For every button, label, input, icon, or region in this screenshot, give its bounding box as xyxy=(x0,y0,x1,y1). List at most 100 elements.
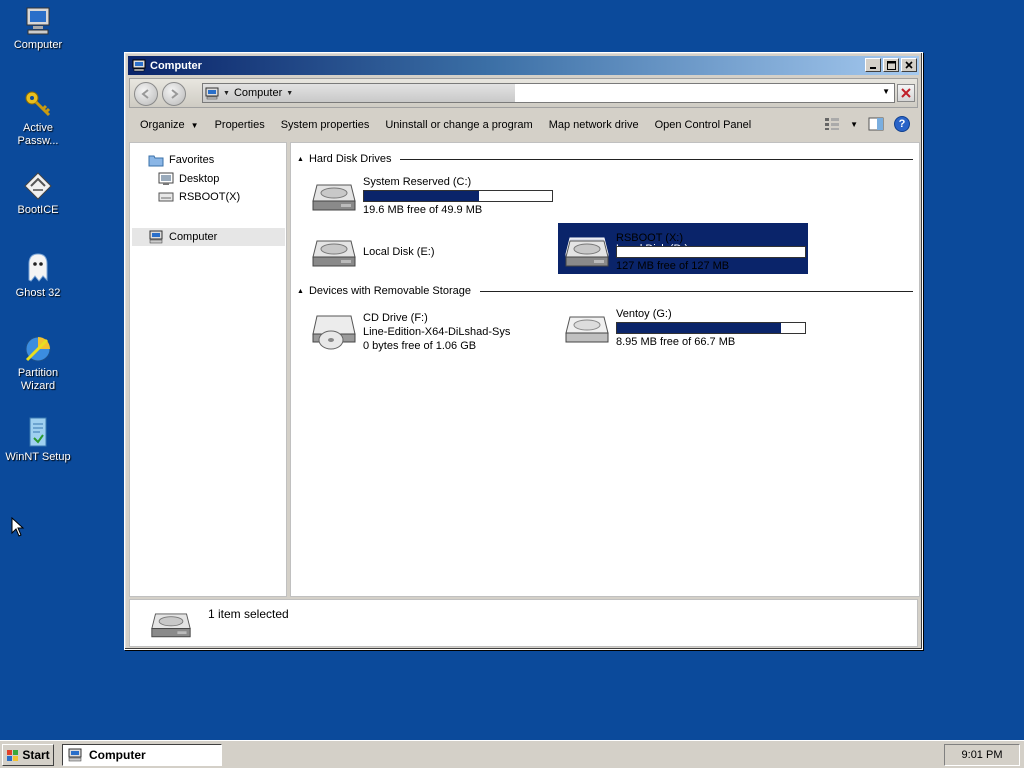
cd-drive-icon xyxy=(312,315,356,350)
desktop-icon-partition-wizard[interactable]: Partition Wizard xyxy=(4,334,72,393)
open-control-panel-button[interactable]: Open Control Panel xyxy=(655,119,752,131)
forward-button[interactable] xyxy=(162,82,186,106)
drive-name: System Reserved (C:) xyxy=(363,176,472,188)
drive-item-x[interactable]: RSBOOT (X:) 127 MB free of 127 MB xyxy=(558,227,808,277)
drive-item-e[interactable]: Local Disk (E:) xyxy=(305,227,555,277)
nav-favorites[interactable]: Favorites xyxy=(148,153,214,167)
taskbar-button-computer[interactable]: Computer xyxy=(62,744,222,766)
mouse-cursor-icon xyxy=(11,517,25,537)
chevron-down-icon: ▼ xyxy=(190,120,199,130)
group-title: Devices with Removable Storage xyxy=(308,285,471,297)
drive-volume-label: Line-Edition-X64-DiLshad-Sys xyxy=(363,326,511,338)
address-field[interactable]: ▼ Computer ▼ ▼ xyxy=(202,83,895,103)
hard-drive-icon xyxy=(151,613,191,638)
desktop-icon-winnt-setup[interactable]: WinNT Setup xyxy=(4,416,72,464)
computer-icon xyxy=(205,87,219,99)
drive-free-space: 8.95 MB free of 66.7 MB xyxy=(616,336,736,348)
content-pane: ▲ Hard Disk Drives System Reserved (C:) … xyxy=(290,142,920,597)
start-button[interactable]: Start xyxy=(2,744,54,766)
stop-button[interactable] xyxy=(897,84,915,102)
drive-usage-bar xyxy=(363,190,553,202)
hard-drive-icon xyxy=(565,240,609,267)
window-titlebar[interactable]: Computer xyxy=(128,56,919,75)
hard-drive-icon xyxy=(312,184,356,211)
desktop-icon xyxy=(158,172,174,185)
views-dropdown-icon[interactable]: ▼ xyxy=(850,120,858,129)
group-header-hard-disk-drives[interactable]: ▲ Hard Disk Drives xyxy=(297,153,913,165)
uninstall-button[interactable]: Uninstall or change a program xyxy=(385,119,532,131)
desktop-icon-computer[interactable]: Computer xyxy=(4,6,72,52)
desktop-icon-booticE[interactable]: BootICE xyxy=(4,171,72,217)
navigation-pane: Favorites Desktop RSBOOT(X) Computer xyxy=(129,142,287,597)
group-title: Hard Disk Drives xyxy=(308,153,392,165)
drive-free-space: 0 bytes free of 1.06 GB xyxy=(363,340,477,352)
desktop-icon-label: Partition Wizard xyxy=(17,367,59,392)
drive-usage-bar xyxy=(616,322,806,334)
nav-rsboot[interactable]: RSBOOT(X) xyxy=(158,191,240,203)
nav-computer-label: Computer xyxy=(169,231,218,243)
nav-desktop[interactable]: Desktop xyxy=(158,172,219,186)
group-header-removable-storage[interactable]: ▲ Devices with Removable Storage xyxy=(297,285,913,297)
drive-usage-fill xyxy=(364,191,479,201)
close-button[interactable] xyxy=(901,58,917,72)
desktop-icon-ghost[interactable]: Ghost 32 xyxy=(4,252,72,300)
drive-icon xyxy=(158,192,174,202)
nav-computer[interactable]: Computer xyxy=(132,228,285,246)
key-icon xyxy=(25,91,51,117)
winnt-setup-icon xyxy=(29,417,47,447)
explorer-window: Computer ▼ Computer ▼ ▼ Organize ▼ Prope… xyxy=(124,52,923,650)
organize-button[interactable]: Organize ▼ xyxy=(140,119,199,131)
computer-icon xyxy=(68,748,82,762)
map-network-drive-button[interactable]: Map network drive xyxy=(549,119,639,131)
drive-usage-bar xyxy=(616,246,806,258)
computer-icon xyxy=(26,7,50,35)
drive-item-c[interactable]: System Reserved (C:) 19.6 MB free of 49.… xyxy=(305,171,555,221)
drive-name: Ventoy (G:) xyxy=(616,308,672,320)
command-bar: Organize ▼ Properties System properties … xyxy=(129,110,918,140)
clock[interactable]: 9:01 PM xyxy=(962,749,1003,761)
nav-rsboot-label: RSBOOT(X) xyxy=(179,191,241,203)
drive-item-f[interactable]: CD Drive (F:) Line-Edition-X64-DiLshad-S… xyxy=(305,307,555,357)
maximize-button[interactable] xyxy=(883,58,899,72)
breadcrumb-arrow-icon[interactable]: ▼ xyxy=(223,90,230,97)
properties-button[interactable]: Properties xyxy=(215,119,265,131)
organize-label: Organize xyxy=(140,119,185,131)
drive-name: RSBOOT (X:) xyxy=(616,232,684,244)
start-label: Start xyxy=(22,748,50,762)
help-button[interactable]: ? xyxy=(894,116,910,132)
collapse-arrow-icon[interactable]: ▲ xyxy=(297,288,304,295)
drive-free-space: 19.6 MB free of 49.9 MB xyxy=(363,204,483,216)
collapse-arrow-icon[interactable]: ▲ xyxy=(297,156,304,163)
group-divider xyxy=(479,290,913,292)
nav-desktop-label: Desktop xyxy=(179,173,220,185)
booticE-icon xyxy=(24,172,52,200)
taskbar: Start Computer 9:01 PM xyxy=(0,740,1024,768)
close-icon xyxy=(905,61,913,69)
hard-drive-icon xyxy=(312,240,356,267)
removable-drive-icon xyxy=(565,316,609,343)
system-tray: 9:01 PM xyxy=(944,744,1020,766)
address-dropdown-icon[interactable]: ▼ xyxy=(882,87,890,96)
windows-logo-icon xyxy=(7,749,19,761)
red-x-icon xyxy=(901,88,911,98)
views-icon[interactable] xyxy=(824,117,840,131)
breadcrumb-arrow-icon[interactable]: ▼ xyxy=(286,90,293,97)
computer-icon xyxy=(132,59,146,72)
ghost-icon xyxy=(28,253,48,282)
address-bar: ▼ Computer ▼ ▼ xyxy=(129,78,918,108)
system-properties-button[interactable]: System properties xyxy=(281,119,370,131)
back-arrow-icon xyxy=(141,89,149,99)
desktop-icon-label: Ghost 32 xyxy=(15,287,61,299)
back-button[interactable] xyxy=(134,82,158,106)
details-pane: 1 item selected xyxy=(129,599,918,647)
drive-usage-fill xyxy=(617,323,781,333)
breadcrumb[interactable]: ▼ Computer ▼ xyxy=(203,84,515,102)
minimize-button[interactable] xyxy=(865,58,881,72)
preview-pane-icon[interactable] xyxy=(868,116,884,132)
drive-item-g[interactable]: Ventoy (G:) 8.95 MB free of 66.7 MB xyxy=(558,303,808,353)
selection-status: 1 item selected xyxy=(208,607,289,621)
taskbar-button-label: Computer xyxy=(89,748,146,762)
desktop-icon-active-password[interactable]: Active Passw... xyxy=(4,89,72,148)
minimize-icon xyxy=(870,67,876,69)
breadcrumb-computer[interactable]: Computer xyxy=(234,87,282,99)
